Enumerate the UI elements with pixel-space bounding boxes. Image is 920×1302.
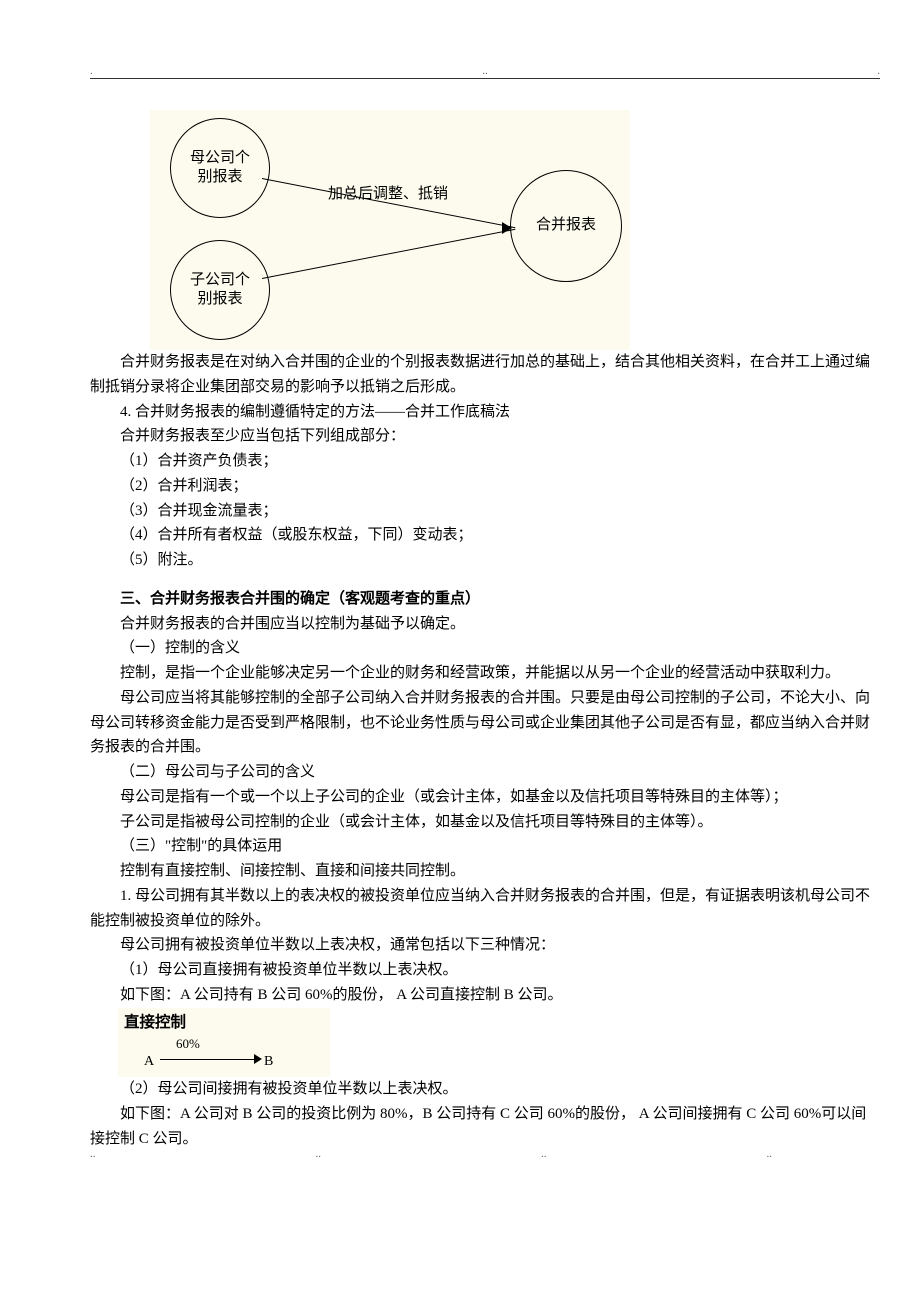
arrowhead-icon bbox=[502, 222, 512, 234]
case-1-fig-caption: 如下图：A 公司持有 B 公司 60%的股份， A 公司直接控制 B 公司。 bbox=[90, 983, 880, 1008]
node-parent-statement: 母公司个 别报表 bbox=[170, 118, 270, 218]
direct-control-diagram: 直接控制 60% A B bbox=[118, 1008, 330, 1078]
list-item-3: （3）合并现金流量表； bbox=[90, 499, 880, 524]
paragraph-rule1: 1. 母公司拥有其半数以上的表决权的被投资单位应当纳入合并财务报表的合并围，但是… bbox=[90, 884, 880, 934]
node-b: B bbox=[264, 1050, 273, 1073]
paragraph-4: 4. 合并财务报表的编制遵循特定的方法——合并工作底稿法 bbox=[90, 400, 880, 425]
node-a: A bbox=[144, 1050, 154, 1073]
list-item-5: （5）附注。 bbox=[90, 548, 880, 573]
arrow-line-2 bbox=[262, 229, 515, 279]
fdot-4: .. bbox=[767, 1145, 773, 1163]
direct-pct-label: 60% bbox=[176, 1033, 200, 1054]
fdot-1: .. bbox=[90, 1145, 96, 1163]
direct-control-title: 直接控制 bbox=[124, 1010, 324, 1036]
list-item-2: （2）合并利润表； bbox=[90, 474, 880, 499]
paragraph-sub-def: 子公司是指被母公司控制的企业（或会计主体，如基金以及信托项目等特殊目的主体等）。 bbox=[90, 810, 880, 835]
arrow-label: 加总后调整、抵销 bbox=[328, 182, 448, 207]
paragraph-control-def: 控制，是指一个企业能够决定另一个企业的财务和经营政策，并能据以从另一个企业的经营… bbox=[90, 661, 880, 686]
node-consolidated-statement: 合并报表 bbox=[510, 170, 622, 282]
subheading-1: （一）控制的含义 bbox=[90, 636, 880, 661]
node-subsidiary-statement: 子公司个 别报表 bbox=[170, 240, 270, 340]
flow-diagram: 母公司个 别报表 子公司个 别报表 合并报表 加总后调整、抵销 bbox=[150, 110, 630, 350]
heading-3: 三、合并财务报表合并围的确定（客观题考查的重点） bbox=[90, 587, 880, 612]
paragraph-parent-def: 母公司是指有一个或一个以上子公司的企业（或会计主体，如基金以及信托项目等特殊目的… bbox=[90, 785, 880, 810]
paragraph-control-types: 控制有直接控制、间接控制、直接和间接共同控制。 bbox=[90, 859, 880, 884]
paragraph-half-vote: 母公司拥有被投资单位半数以上表决权，通常包括以下三种情况： bbox=[90, 933, 880, 958]
case-1: （1）母公司直接拥有被投资单位半数以上表决权。 bbox=[90, 958, 880, 983]
fdot-3: .. bbox=[541, 1145, 547, 1163]
header-rule bbox=[90, 78, 880, 79]
footer-dots: .. .. .. .. bbox=[90, 1145, 880, 1163]
paragraph-parent-scope: 母公司应当将其能够控制的全部子公司纳入合并财务报表的合并围。只要是由母公司控制的… bbox=[90, 686, 880, 760]
paragraph-components: 合并财务报表至少应当包括下列组成部分： bbox=[90, 424, 880, 449]
document-body: 母公司个 别报表 子公司个 别报表 合并报表 加总后调整、抵销 合并财务报表是在… bbox=[90, 110, 880, 1151]
direct-arrowhead-icon bbox=[254, 1054, 262, 1064]
paragraph-intro: 合并财务报表是在对纳入合并围的企业的个别报表数据进行加总的基础上，结合其他相关资… bbox=[90, 350, 880, 400]
list-item-4: （4）合并所有者权益（或股东权益，下同）变动表； bbox=[90, 523, 880, 548]
case-2: （2）母公司间接拥有被投资单位半数以上表决权。 bbox=[90, 1077, 880, 1102]
fdot-2: .. bbox=[316, 1145, 322, 1163]
case-2-fig-caption: 如下图：A 公司对 B 公司的投资比例为 80%，B 公司持有 C 公司 60%… bbox=[90, 1102, 880, 1152]
subheading-3: （三）"控制"的具体运用 bbox=[90, 834, 880, 859]
list-item-1: （1）合并资产负债表； bbox=[90, 449, 880, 474]
subheading-2: （二）母公司与子公司的含义 bbox=[90, 760, 880, 785]
direct-arrow-line bbox=[160, 1059, 256, 1060]
spacer bbox=[90, 573, 880, 587]
paragraph-scope: 合并财务报表的合并围应当以控制为基础予以确定。 bbox=[90, 612, 880, 637]
